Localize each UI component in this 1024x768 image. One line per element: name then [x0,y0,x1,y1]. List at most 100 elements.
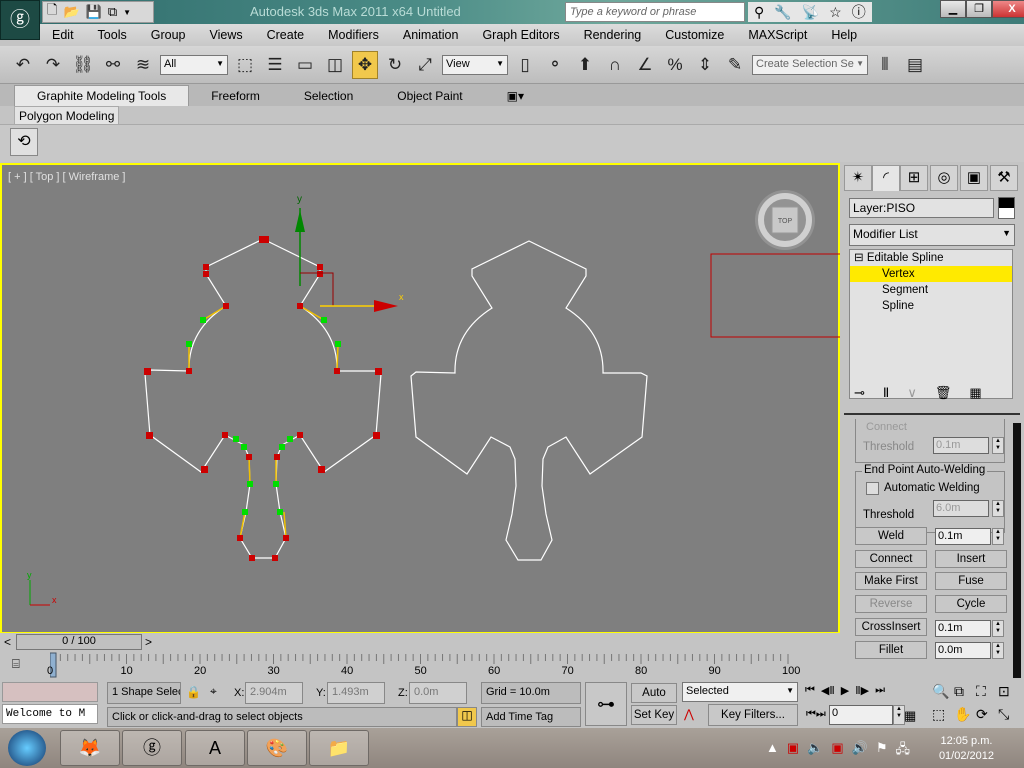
taskbar-3dsmax-icon[interactable]: ⓖ [122,730,182,766]
panel-scrollbar[interactable] [1013,423,1021,678]
menu-rendering[interactable]: Rendering [572,28,654,42]
key-tangent-icon[interactable]: ⋀ [684,707,694,721]
tab-object-paint[interactable]: Object Paint [375,86,484,106]
time-tag-icon[interactable]: ◫ [457,707,477,727]
insert-button[interactable]: Insert [935,550,1007,568]
tab-selection[interactable]: Selection [282,86,375,106]
next-frame-icon[interactable]: Ⅱ▶ [855,684,869,697]
show-hidden-icons[interactable]: ▲ [766,740,779,762]
spinner-arrows[interactable]: ▲ ▼ [992,437,1004,454]
key-filters-button[interactable]: Key Filters... [708,704,798,726]
crossinsert-button[interactable]: CrossInsert [855,618,927,636]
zoom-icon[interactable]: 🔍 [932,683,954,700]
hierarchy-tab-icon[interactable]: ⊞ [900,165,928,191]
menu-customize[interactable]: Customize [653,28,736,42]
taskbar-firefox-icon[interactable]: 🦊 [60,730,120,766]
taskbar-autocad-icon[interactable]: A [185,730,245,766]
clock[interactable]: 12:05 p.m. 01/02/2012 [939,734,994,764]
automatic-welding-checkbox[interactable] [866,482,879,495]
align-icon[interactable]: ▤ [902,51,928,79]
remove-modifier-icon[interactable]: 🗑 [935,385,952,401]
select-manipulate-icon[interactable]: ⚬ [542,51,568,79]
motion-tab-icon[interactable]: ◎ [930,165,958,191]
menu-edit[interactable]: Edit [40,28,86,42]
minimize-button[interactable]: ▁ [940,0,966,18]
zoom-all-icon[interactable]: ⧉ [954,683,976,700]
modify-tab-icon[interactable]: ◜ [872,165,900,191]
go-to-start-icon[interactable]: ⏮ [805,684,815,697]
stack-item-editable-spline[interactable]: ⊟ Editable Spline [850,250,1012,266]
spinner-snap-icon[interactable]: ⇕ [692,51,718,79]
taskbar-explorer-icon[interactable]: 📁 [309,730,369,766]
menu-views[interactable]: Views [197,28,254,42]
track-bar[interactable]: ⌸ 0 10 20 30 40 50 60 70 80 90 100 [0,652,840,680]
set-key-button[interactable]: Set Key [631,705,677,725]
save-icon[interactable]: 💾 [86,4,102,20]
menu-maxscript[interactable]: MAXScript [736,28,819,42]
object-name-field[interactable]: Layer:PISO [849,198,994,218]
taskbar-paint-icon[interactable]: 🎨 [247,730,307,766]
set-key-icon[interactable]: ⊶ [585,682,627,726]
make-unique-icon[interactable]: ∨ [907,385,917,401]
menu-help[interactable]: Help [819,28,869,42]
satellite-icon[interactable]: 📡 [802,4,819,21]
unlink-icon[interactable]: ⚯ [100,51,126,79]
spinner-arrows[interactable]: ▲ ▼ [992,500,1004,517]
close-button[interactable]: X [992,0,1024,18]
reverse-button[interactable]: Reverse [855,595,927,613]
angle-snap-icon[interactable]: ∠ [632,51,658,79]
next-frame-icon[interactable]: > [145,635,152,649]
stack-item-vertex[interactable]: Vertex [850,266,1012,282]
new-file-icon[interactable]: 🗋 [47,1,57,23]
pan-icon[interactable]: ✋ [954,706,976,723]
tab-graphite-modeling-tools[interactable]: Graphite Modeling Tools [14,85,190,106]
fuse-button[interactable]: Fuse [935,572,1007,590]
maxscript-mini-listener[interactable]: Welcome to M [2,704,98,724]
dropdown-icon[interactable]: ▼ [123,8,131,17]
menu-graph-editors[interactable]: Graph Editors [470,28,571,42]
make-first-button[interactable]: Make First [855,572,927,590]
key-icon[interactable]: 🔧 [774,4,791,21]
ribbon-options-icon[interactable]: ▣▾ [485,86,546,106]
spinner-arrows[interactable]: ▲ ▼ [992,528,1004,545]
named-selection-dropdown[interactable]: Create Selection Se [752,54,868,75]
move-icon[interactable]: ✥ [352,50,378,79]
app-menu-button[interactable]: ⓖ [0,0,40,40]
previous-frame-icon[interactable]: ◀Ⅱ [821,684,835,697]
fillet-spinner[interactable]: 0.0m [935,642,991,659]
object-color-swatch[interactable] [998,197,1015,219]
key-mode-toggle-icon[interactable]: ⏮⏭ [806,708,826,721]
x-coordinate-field[interactable]: 2.904m [245,682,303,704]
weld-button[interactable]: Weld [855,527,927,545]
keyboard-shortcut-override-icon[interactable]: ⬆ [572,51,598,79]
menu-modifiers[interactable]: Modifiers [316,28,391,42]
polygon-modeling-panel[interactable]: Polygon Modeling [14,106,120,126]
star-icon[interactable]: ☆ [829,4,842,21]
time-slider-thumb[interactable]: 0 / 100 [16,634,142,650]
fillet-button[interactable]: Fillet [855,641,927,659]
tab-freeform[interactable]: Freeform [189,86,282,106]
redo-icon[interactable]: ↷ [40,51,66,79]
connect-button[interactable]: Connect [855,550,927,568]
ribbon-tool-icon[interactable]: ⟲ [10,128,38,156]
connect-threshold-spinner[interactable]: 0.1m [933,437,989,454]
configure-modifier-sets-icon[interactable]: ▦ [969,385,981,401]
create-tab-icon[interactable]: ✴ [844,165,872,191]
play-icon[interactable]: ▶ [841,684,849,697]
snaps-toggle-icon[interactable]: ∩ [602,51,628,79]
show-end-result-icon[interactable]: Ⅱ [883,385,889,401]
orbit-icon[interactable]: ⟳ [976,706,998,723]
zoom-extents-all-icon[interactable]: ⊡ [998,683,1020,700]
project-icon[interactable]: ⧉ [108,4,117,20]
y-coordinate-field[interactable]: 1.493m [327,682,385,704]
maximize-button[interactable]: ❐ [966,0,992,18]
time-slider[interactable]: < 0 / 100 > [0,633,840,652]
pin-stack-icon[interactable]: ⊸ [854,385,865,401]
viewport-top[interactable]: [ + ] [ Top ] [ Wireframe ] TOP y x y x [0,163,840,634]
open-file-icon[interactable]: 📂 [63,4,79,20]
undo-icon[interactable]: ↶ [10,51,36,79]
start-button[interactable] [8,730,46,766]
zoom-extents-icon[interactable]: ⛶ [976,683,998,700]
time-configuration-icon[interactable]: ▦ [904,708,916,724]
adobe-icon[interactable]: ▣ [787,740,799,762]
